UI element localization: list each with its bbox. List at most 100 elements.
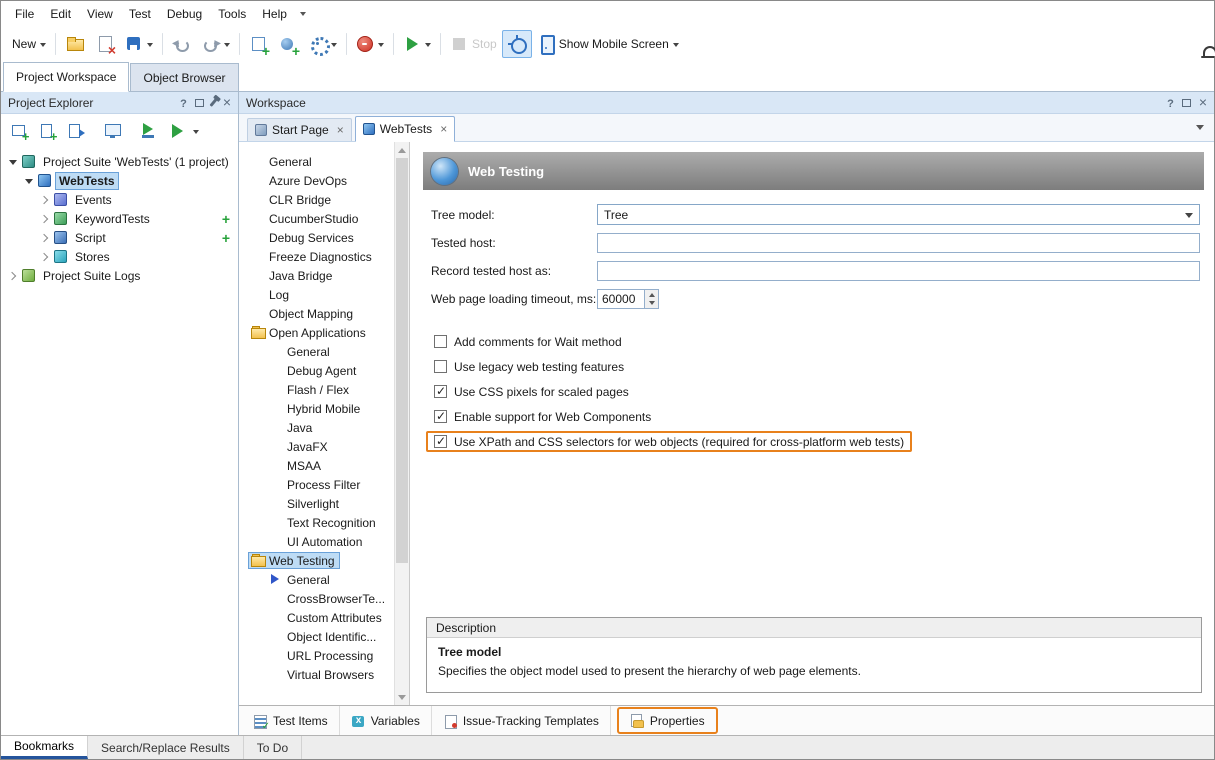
settings-nav-item[interactable]: CLR Bridge: [239, 190, 394, 209]
display-mobile-screen-toggle[interactable]: [502, 30, 532, 58]
checkbox-xpath-css-selectors[interactable]: Use XPath and CSS selectors for web obje…: [426, 431, 912, 452]
expander-icon[interactable]: [37, 192, 52, 207]
tab-object-browser[interactable]: Object Browser: [130, 63, 238, 91]
settings-nav-item[interactable]: Flash / Flex: [239, 380, 394, 399]
close-tab-icon[interactable]: [337, 124, 344, 136]
checkbox[interactable]: [434, 410, 447, 423]
settings-nav-item[interactable]: General: [239, 342, 394, 361]
menu-help[interactable]: Help: [254, 3, 295, 25]
menu-edit[interactable]: Edit: [42, 3, 79, 25]
settings-nav-item[interactable]: Log: [239, 285, 394, 304]
add-button[interactable]: [222, 212, 230, 226]
run-project-suite-button[interactable]: [136, 117, 162, 143]
chevron-down-icon[interactable]: [425, 43, 431, 50]
toolbar-button[interactable]: [393, 33, 394, 55]
checkbox-add-comments[interactable]: Add comments for Wait method: [426, 331, 630, 352]
settings-nav-item[interactable]: CucumberStudio: [239, 209, 394, 228]
chevron-down-icon[interactable]: [147, 43, 153, 50]
chevron-down-icon[interactable]: [40, 43, 46, 50]
tested-host-input[interactable]: [597, 233, 1200, 253]
menubar-overflow-chevron-icon[interactable]: [300, 12, 306, 19]
settings-nav-item[interactable]: URL Processing: [239, 646, 394, 665]
tab-search-replace-results[interactable]: Search/Replace Results: [88, 736, 244, 759]
help-icon[interactable]: [180, 96, 187, 110]
redo-button[interactable]: [197, 30, 235, 58]
chevron-down-icon[interactable]: [331, 43, 337, 50]
close-icon[interactable]: [223, 95, 231, 109]
checkbox[interactable]: [434, 360, 447, 373]
scroll-up-icon[interactable]: [395, 142, 409, 157]
export-button[interactable]: [62, 117, 88, 143]
chevron-down-icon[interactable]: [378, 43, 384, 50]
expander-icon[interactable]: [5, 268, 20, 283]
settings-nav-item[interactable]: Silverlight: [239, 494, 394, 513]
new-button[interactable]: New: [7, 30, 51, 58]
settings-nav-item[interactable]: MSAA: [239, 456, 394, 475]
menu-view[interactable]: View: [79, 3, 121, 25]
settings-nav-item[interactable]: Virtual Browsers: [239, 665, 394, 684]
toolbar-button[interactable]: [346, 33, 347, 55]
settings-nav-item[interactable]: Debug Agent: [239, 361, 394, 380]
expander-icon[interactable]: [37, 230, 52, 245]
tab-bookmarks[interactable]: Bookmarks: [1, 736, 88, 759]
checkbox[interactable]: [434, 335, 447, 348]
add-item-button[interactable]: [244, 30, 274, 58]
settings-nav-item[interactable]: Custom Attributes: [239, 608, 394, 627]
settings-nav-item[interactable]: Java Bridge: [239, 266, 394, 285]
tab-properties[interactable]: Properties: [617, 707, 718, 734]
settings-nav-item[interactable]: UI Automation: [239, 532, 394, 551]
tree-item-script[interactable]: Script: [1, 228, 238, 247]
show-mobile-screen-button[interactable]: Show Mobile Screen: [532, 30, 684, 58]
pin-icon[interactable]: [209, 98, 217, 107]
tab-start-page[interactable]: Start Page: [247, 118, 352, 141]
settings-nav-item[interactable]: Debug Services: [239, 228, 394, 247]
tree-item-keywordtests[interactable]: KeywordTests: [1, 209, 238, 228]
tree-item-events[interactable]: Events: [1, 190, 238, 209]
chevron-down-icon[interactable]: [193, 130, 199, 137]
maximize-icon[interactable]: [1182, 99, 1191, 107]
checkbox[interactable]: [434, 435, 447, 448]
stop-button[interactable]: Stop: [445, 30, 502, 58]
nav-web-testing-general[interactable]: General: [239, 570, 394, 589]
tree-item-webtests[interactable]: WebTests: [1, 171, 238, 190]
expander-icon[interactable]: [37, 211, 52, 226]
checkbox-legacy-web-testing[interactable]: Use legacy web testing features: [426, 356, 632, 377]
record-button[interactable]: [351, 30, 389, 58]
checkpoint-button[interactable]: [274, 30, 304, 58]
tree-model-select[interactable]: Tree: [597, 204, 1200, 225]
tab-variables[interactable]: Variables: [340, 706, 432, 735]
settings-nav-item[interactable]: Text Recognition: [239, 513, 394, 532]
checkbox[interactable]: [434, 385, 447, 398]
close-tab-icon[interactable]: [440, 123, 447, 135]
tab-list-chevron-icon[interactable]: [1196, 125, 1204, 134]
tab-project-workspace[interactable]: Project Workspace: [3, 62, 129, 92]
project-explorer-tool-button[interactable]: [127, 117, 134, 143]
menu-debug[interactable]: Debug: [159, 3, 210, 25]
scroll-down-icon[interactable]: [395, 690, 409, 705]
menu-test[interactable]: Test: [121, 3, 159, 25]
tab-test-items[interactable]: Test Items: [242, 706, 340, 735]
tree-item-project-suite-logs[interactable]: Project Suite Logs: [1, 266, 238, 285]
nav-web-testing[interactable]: Web Testing: [239, 551, 394, 570]
open-button[interactable]: [60, 30, 90, 58]
settings-nav-item[interactable]: Freeze Diagnostics: [239, 247, 394, 266]
nav-open-applications[interactable]: Open Applications: [239, 323, 394, 342]
tree-item-project-suite[interactable]: Project Suite 'WebTests' (1 project): [1, 152, 238, 171]
add-project-item-button[interactable]: [34, 117, 60, 143]
settings-nav-item[interactable]: Java: [239, 418, 394, 437]
expander-icon[interactable]: [5, 154, 20, 169]
chevron-down-icon[interactable]: [673, 43, 679, 50]
save-button[interactable]: [120, 30, 158, 58]
run-project-button[interactable]: [164, 117, 190, 143]
add-button[interactable]: [222, 231, 230, 245]
settings-nav-item[interactable]: Object Identific...: [239, 627, 394, 646]
settings-nav-item[interactable]: Object Mapping: [239, 304, 394, 323]
settings-nav-item[interactable]: Azure DevOps: [239, 171, 394, 190]
run-button[interactable]: [398, 30, 436, 58]
menu-tools[interactable]: Tools: [210, 3, 254, 25]
help-icon[interactable]: [1167, 96, 1174, 110]
spin-up-icon[interactable]: [645, 290, 658, 299]
tree-item-stores[interactable]: Stores: [1, 247, 238, 266]
undo-button[interactable]: [167, 30, 197, 58]
scrollbar-thumb[interactable]: [396, 158, 408, 563]
